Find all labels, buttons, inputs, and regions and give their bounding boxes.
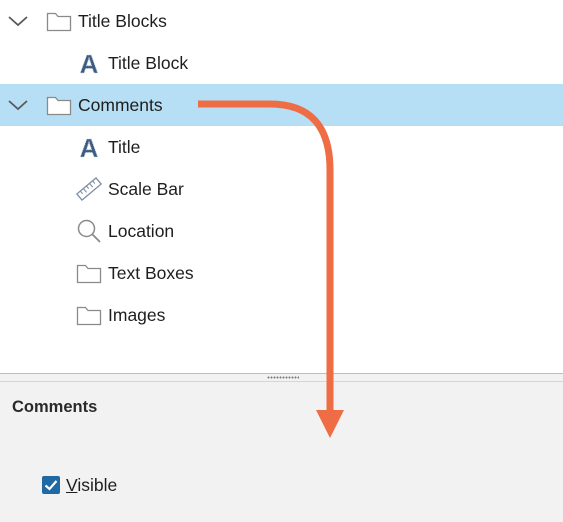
tree-item-label: Scale Bar: [108, 179, 184, 199]
tree-item-comments[interactable]: Comments: [0, 84, 563, 126]
tree-panel: Title Blocks A Title Block Comments A Ti…: [0, 0, 563, 374]
mnemonic-letter: V: [66, 475, 78, 495]
properties-panel: Comments Visible: [0, 382, 563, 522]
tree-item-label: Title Block: [108, 53, 189, 73]
tree-item-label: Location: [108, 221, 175, 241]
app-window: Title Blocks A Title Block Comments A Ti…: [0, 0, 563, 522]
tree-item-label: Images: [108, 305, 166, 325]
svg-text:A: A: [80, 50, 99, 76]
tree-item-text-boxes[interactable]: Text Boxes: [0, 252, 563, 294]
svg-text:A: A: [80, 134, 99, 160]
ruler-icon: [76, 176, 102, 202]
folder-icon: [46, 96, 72, 116]
tree-item-images[interactable]: Images: [0, 294, 563, 336]
visible-checkbox[interactable]: [42, 476, 60, 494]
tree-item-title-block[interactable]: A Title Block: [0, 42, 563, 84]
label-rest: isible: [77, 475, 118, 495]
properties-title: Comments: [12, 398, 98, 416]
folder-icon: [76, 264, 102, 284]
text-a-icon: A: [79, 134, 99, 160]
tree-item-label: Text Boxes: [108, 263, 194, 283]
text-a-icon: A: [79, 50, 99, 76]
tree-item-title[interactable]: A Title: [0, 126, 563, 168]
chevron-down-icon[interactable]: [8, 12, 28, 30]
tree-item-label: Title: [108, 137, 141, 157]
tree-item-label: Comments: [78, 95, 163, 115]
visible-checkbox-label[interactable]: Visible: [66, 475, 117, 496]
folder-icon: [76, 306, 102, 326]
folder-icon: [46, 12, 72, 32]
drag-handle-icon[interactable]: [267, 376, 299, 379]
checkmark-icon: [44, 480, 58, 491]
magnifier-icon: [77, 219, 101, 243]
panel-splitter[interactable]: [0, 373, 563, 382]
tree-item-title-blocks[interactable]: Title Blocks: [0, 0, 563, 42]
tree-item-location[interactable]: Location: [0, 210, 563, 252]
tree-item-scale-bar[interactable]: Scale Bar: [0, 168, 563, 210]
tree-item-label: Title Blocks: [78, 11, 167, 31]
chevron-down-icon[interactable]: [8, 96, 28, 114]
